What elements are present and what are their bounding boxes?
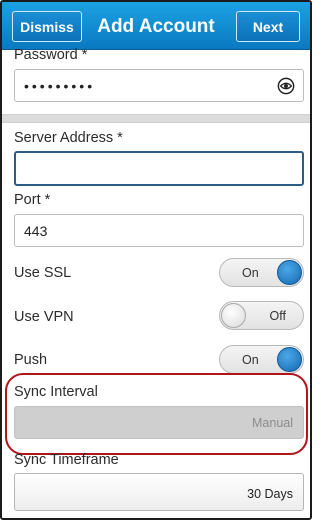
use-vpn-label: Use VPN bbox=[14, 309, 74, 325]
toggle-knob bbox=[221, 303, 246, 328]
use-vpn-toggle[interactable]: Off bbox=[219, 301, 304, 330]
password-value: ••••••••• bbox=[24, 77, 96, 94]
add-account-screen: Dismiss Add Account Next Password * ••••… bbox=[0, 0, 312, 520]
password-label: Password * bbox=[14, 47, 88, 63]
use-ssl-state: On bbox=[242, 266, 259, 280]
use-vpn-state: Off bbox=[269, 309, 286, 323]
server-address-label: Server Address * bbox=[14, 130, 123, 146]
use-ssl-toggle[interactable]: On bbox=[219, 258, 304, 287]
use-ssl-label: Use SSL bbox=[14, 265, 72, 281]
toggle-knob bbox=[277, 347, 302, 372]
push-label: Push bbox=[14, 352, 48, 368]
sync-interval-value: Manual bbox=[252, 416, 293, 430]
sync-timeframe-label: Sync Timeframe bbox=[14, 452, 119, 468]
sync-interval-dropdown[interactable]: Manual bbox=[14, 406, 304, 439]
sync-timeframe-value: 30 Days bbox=[247, 487, 293, 501]
server-address-input[interactable] bbox=[14, 151, 304, 186]
eye-icon[interactable] bbox=[277, 77, 295, 95]
port-input[interactable]: 443 bbox=[14, 214, 304, 247]
sync-interval-label: Sync Interval bbox=[14, 384, 98, 400]
push-state: On bbox=[242, 353, 259, 367]
title-bar: Dismiss Add Account Next bbox=[2, 2, 310, 50]
port-label: Port * bbox=[14, 192, 51, 208]
toggle-knob bbox=[277, 260, 302, 285]
password-field[interactable]: ••••••••• bbox=[14, 69, 304, 102]
sync-timeframe-dropdown[interactable]: 30 Days bbox=[14, 473, 304, 511]
next-button[interactable]: Next bbox=[236, 11, 300, 42]
section-divider bbox=[2, 114, 310, 123]
push-toggle[interactable]: On bbox=[219, 345, 304, 374]
